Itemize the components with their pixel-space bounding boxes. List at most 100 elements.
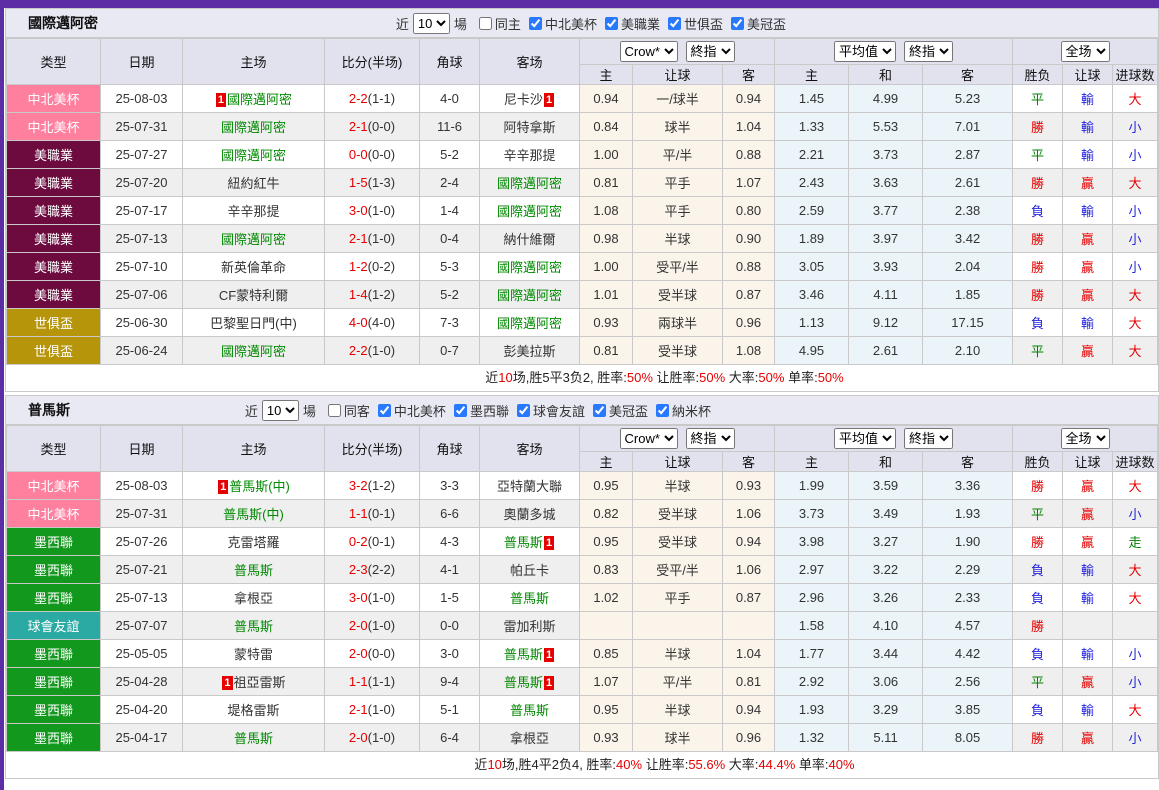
filter-checkbox[interactable]: [593, 404, 606, 417]
corner-score-cell: 3-3: [420, 472, 480, 500]
fulltime-score: 1-5: [349, 175, 368, 190]
halftime-score: (1-2): [368, 287, 395, 302]
filter-checkbox[interactable]: [454, 404, 467, 417]
euro-away-odds-cell: 2.04: [923, 253, 1013, 281]
games-count-select[interactable]: 10: [262, 400, 299, 421]
games-count-select[interactable]: 10: [413, 13, 450, 34]
filter-checkbox[interactable]: [328, 404, 341, 417]
euro-home-odds-cell: 2.92: [775, 668, 849, 696]
summary-text-segment: 场,胜5平3负2, 胜率:: [513, 370, 627, 385]
euro-home-odds-cell: 4.95: [775, 337, 849, 365]
summary-text-segment: 场,胜4平2负4, 胜率:: [502, 757, 616, 772]
section-title: 普馬斯: [28, 400, 70, 420]
score-cell: 2-1(0-0): [325, 113, 420, 141]
asian-away-odds-cell: 1.04: [723, 640, 775, 668]
team-name: CF蒙特利爾: [219, 288, 288, 303]
filter-checkbox-label: 中北美杯: [394, 401, 446, 420]
euro-away-odds-cell: 4.57: [923, 612, 1013, 640]
result-outcome-cell: 勝: [1013, 724, 1063, 752]
score-cell: 1-4(1-2): [325, 281, 420, 309]
result-goals-cell: 大: [1113, 584, 1158, 612]
match-type-cell: 中北美杯: [7, 85, 101, 113]
filter-bar: 近 10 場 同主中北美杯美職業世俱盃美冠盃: [395, 13, 788, 34]
filter-checkbox[interactable]: [731, 17, 744, 30]
result-handicap-cell: [1063, 612, 1113, 640]
team-name: 新英倫革命: [221, 260, 286, 275]
filter-bar: 近 10 場 同客中北美杯墨西聯球會友誼美冠盃納米杯: [244, 400, 713, 421]
filter-checkbox[interactable]: [668, 17, 681, 30]
euro-draw-odds-cell: 2.61: [849, 337, 923, 365]
euro-away-odds-cell: 5.23: [923, 85, 1013, 113]
handicap-line-cell: 受平/半: [633, 556, 723, 584]
asian-odds-time-select[interactable]: 終指: [686, 41, 735, 62]
result-outcome-cell: 平: [1013, 85, 1063, 113]
asian-odds-time-select[interactable]: 終指: [686, 428, 735, 449]
asian-away-odds-cell: 1.06: [723, 556, 775, 584]
halftime-score: (1-0): [368, 730, 395, 745]
filter-checkbox-label: 美冠盃: [609, 401, 648, 420]
match-date-cell: 25-07-26: [101, 528, 183, 556]
away-team-cell: 國際邁阿密: [480, 309, 580, 337]
euro-draw-odds-cell: 5.53: [849, 113, 923, 141]
col-header-corner: 角球: [420, 426, 480, 472]
euro-home-odds-cell: 1.32: [775, 724, 849, 752]
asian-odds-source-select[interactable]: Crow*: [620, 428, 678, 449]
away-team-cell: 阿特拿斯: [480, 113, 580, 141]
filter-checkbox[interactable]: [378, 404, 391, 417]
corner-score-cell: 0-7: [420, 337, 480, 365]
result-goals-cell: 小: [1113, 724, 1158, 752]
filter-checkbox[interactable]: [605, 17, 618, 30]
handicap-line-cell: 半球: [633, 640, 723, 668]
filter-checkbox[interactable]: [517, 404, 530, 417]
halftime-score: (2-2): [368, 562, 395, 577]
result-outcome-cell: 負: [1013, 309, 1063, 337]
team-name: 彭美拉斯: [503, 344, 555, 359]
summary-text-segment: 50%: [627, 370, 653, 385]
euro-odds-source-select[interactable]: 平均值: [834, 428, 896, 449]
home-team-cell: 1國際邁阿密: [183, 85, 325, 113]
match-scope-select[interactable]: 全场: [1061, 428, 1110, 449]
euro-odds-source-select[interactable]: 平均值: [834, 41, 896, 62]
score-cell: 2-0(0-0): [325, 640, 420, 668]
result-goals-cell: 大: [1113, 281, 1158, 309]
score-cell: 2-2(1-1): [325, 85, 420, 113]
team-name: 普馬斯: [504, 675, 543, 690]
euro-odds-time-select[interactable]: 終指: [904, 428, 953, 449]
result-outcome-cell: 勝: [1013, 472, 1063, 500]
asian-odds-source-select[interactable]: Crow*: [620, 41, 678, 62]
summary-text-segment: 大率:: [725, 757, 758, 772]
halftime-score: (1-0): [368, 618, 395, 633]
asian-away-odds-cell: 1.07: [723, 169, 775, 197]
match-type-cell: 墨西聯: [7, 696, 101, 724]
home-team-cell: 1祖亞雷斯: [183, 668, 325, 696]
result-outcome-cell: 平: [1013, 500, 1063, 528]
euro-odds-time-select[interactable]: 終指: [904, 41, 953, 62]
filter-checkbox[interactable]: [529, 17, 542, 30]
asian-away-odds-cell: 0.90: [723, 225, 775, 253]
filter-checkbox-label: 美職業: [621, 14, 660, 33]
summary-text-segment: 40%: [616, 757, 642, 772]
asian-away-odds-cell: 0.81: [723, 668, 775, 696]
corner-score-cell: 6-6: [420, 500, 480, 528]
euro-away-odds-cell: 17.15: [923, 309, 1013, 337]
match-scope-select[interactable]: 全场: [1061, 41, 1110, 62]
away-team-cell: 國際邁阿密: [480, 253, 580, 281]
filter-checkbox[interactable]: [479, 17, 492, 30]
euro-draw-odds-cell: 3.77: [849, 197, 923, 225]
euro-home-odds-cell: 2.96: [775, 584, 849, 612]
fulltime-score: 2-2: [349, 91, 368, 106]
col-header-outcome: 胜负: [1013, 452, 1063, 472]
asian-home-odds-cell: 1.02: [580, 584, 633, 612]
fulltime-score: 2-2: [349, 343, 368, 358]
team-name: 國際邁阿密: [497, 204, 562, 219]
result-group-header: 全场: [1013, 39, 1158, 65]
halftime-score: (1-0): [368, 231, 395, 246]
match-date-cell: 25-07-07: [101, 612, 183, 640]
match-type-cell: 美職業: [7, 281, 101, 309]
summary-text-segment: 近: [474, 757, 487, 772]
filter-checkbox[interactable]: [656, 404, 669, 417]
result-handicap-cell: 贏: [1063, 500, 1113, 528]
home-team-cell: 1普馬斯(中): [183, 472, 325, 500]
rank-badge: 1: [544, 93, 554, 107]
halftime-score: (0-0): [368, 646, 395, 661]
